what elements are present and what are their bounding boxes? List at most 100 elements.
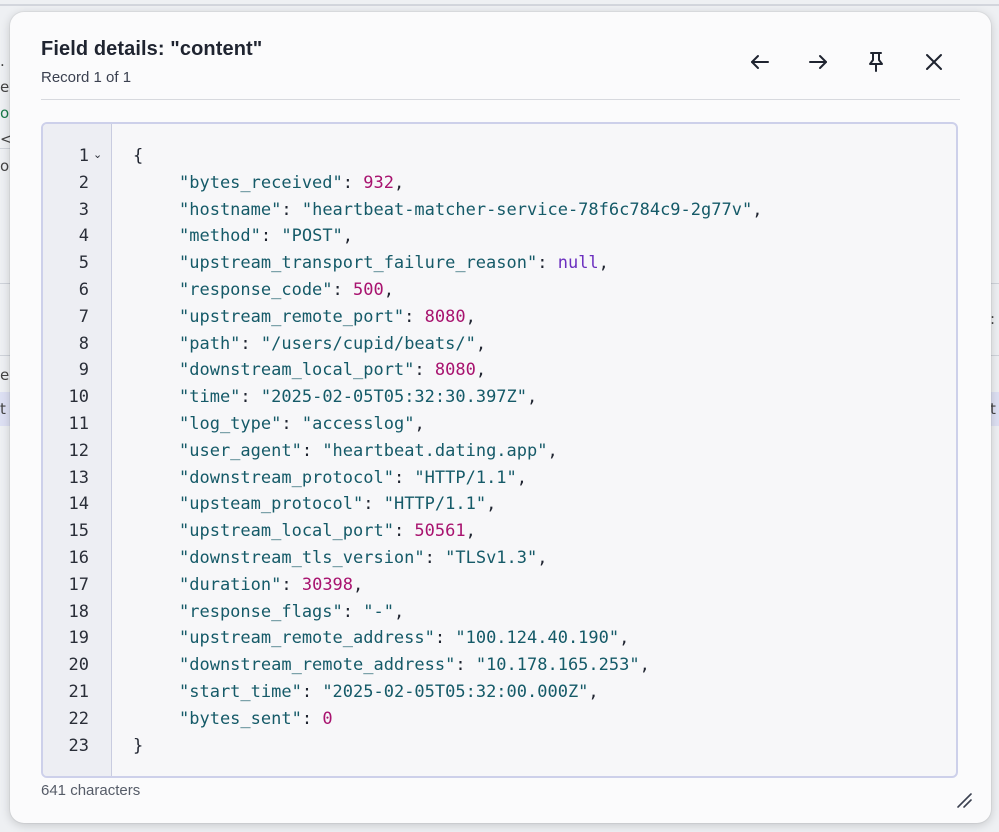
- line-number: 9: [78, 360, 89, 381]
- code-token: 8080: [424, 306, 466, 327]
- code-token: "response_flags": [179, 601, 343, 622]
- line-number: 2: [78, 172, 89, 193]
- code-line: "response_flags": "-",: [179, 602, 404, 622]
- line-number: 22: [68, 708, 89, 729]
- code-token: :: [342, 601, 364, 622]
- background-text-fragment: t: [0, 400, 6, 418]
- code-token: {: [133, 146, 144, 166]
- background-text-fragment: e: [0, 78, 10, 96]
- background-text-fragment: o: [0, 157, 10, 175]
- code-token: "duration": [179, 574, 282, 595]
- line-number: 4: [78, 226, 89, 247]
- line-number: 6: [78, 280, 89, 300]
- json-code-editor[interactable]: ⌄ 1 2 3 4 5 6 7 8 9 10 11 12 13 14 15 16 17 18 19 20 21 22 23 …: [41, 122, 958, 778]
- code-token: "heartbeat-matcher-service-78f6c784c9-2g…: [301, 199, 753, 220]
- code-token: :: [363, 494, 384, 515]
- code-token: "2025-02-05T05:32:00.000Z": [322, 682, 589, 702]
- code-token: "upstream_remote_address": [179, 628, 435, 649]
- code-token: "response_code": [179, 280, 333, 300]
- code-token: "10.178.165.253": [475, 655, 640, 676]
- code-line: "method": "POST",: [179, 226, 353, 246]
- code-token: "TLSv1.3": [445, 548, 538, 568]
- next-record-button[interactable]: [789, 48, 847, 76]
- code-token: :: [414, 360, 435, 381]
- background-text-fragment: .: [0, 52, 5, 70]
- code-token: "method": [179, 226, 261, 247]
- code-token: "100.124.40.190": [455, 628, 620, 649]
- line-number: 8: [78, 333, 89, 354]
- background-row-divider: [0, 148, 10, 149]
- background-divider: [0, 4, 999, 6]
- dialog-title: Field details: "content": [41, 38, 263, 60]
- code-token: ,: [516, 467, 528, 488]
- resize-handle-icon[interactable]: [955, 791, 973, 809]
- line-number: 17: [68, 574, 89, 595]
- code-token: ,: [619, 628, 630, 649]
- code-token: :: [301, 440, 323, 461]
- code-line: "path": "/users/cupid/beats/",: [179, 334, 486, 354]
- line-number: 1: [78, 146, 89, 166]
- code-token: 50561: [414, 521, 466, 542]
- code-line: "downstream_local_port": 8080,: [179, 360, 486, 380]
- line-number: 10: [68, 387, 89, 408]
- code-token: ,: [465, 306, 476, 327]
- code-line: "upstream_transport_failure_reason": nul…: [179, 253, 609, 273]
- pin-icon: [869, 52, 883, 72]
- code-token: :: [260, 226, 282, 247]
- character-count: 641 characters: [41, 782, 141, 799]
- code-token: :: [240, 387, 261, 408]
- close-button[interactable]: [905, 48, 963, 76]
- line-number: 16: [68, 548, 89, 568]
- header-divider: [41, 99, 960, 100]
- line-number: 18: [68, 601, 89, 622]
- line-number: 3: [78, 199, 89, 220]
- code-token: ,: [475, 333, 487, 354]
- code-token: ,: [353, 574, 364, 595]
- code-token: "user_agent": [179, 440, 302, 461]
- code-line: "duration": 30398,: [179, 575, 363, 595]
- code-token: "HTTP/1.1": [383, 494, 487, 515]
- code-token: "downstream_tls_version": [179, 548, 425, 568]
- code-token: "upstream_local_port": [179, 521, 394, 542]
- code-token: ,: [598, 253, 609, 274]
- line-number: 13: [68, 467, 89, 488]
- code-token: "downstream_remote_address": [179, 655, 456, 676]
- dialog-actions: [731, 48, 963, 76]
- code-token: "-": [363, 601, 394, 622]
- code-token: :: [332, 280, 354, 300]
- code-token: ,: [588, 682, 599, 702]
- background-text-fragment: o: [0, 104, 10, 122]
- line-number: 14: [68, 494, 89, 515]
- code-token: null: [557, 253, 599, 274]
- code-line: "downstream_remote_address": "10.178.165…: [179, 655, 650, 675]
- line-number: 5: [78, 253, 89, 274]
- line-number: 11: [68, 414, 89, 434]
- fold-chevron-icon[interactable]: ⌄: [93, 148, 102, 161]
- code-token: ,: [547, 440, 558, 461]
- code-token: "downstream_protocol": [179, 467, 394, 488]
- code-token: "bytes_received": [179, 172, 343, 193]
- code-token: :: [455, 655, 476, 676]
- code-token: "log_type": [179, 414, 282, 434]
- code-token: "downstream_local_port": [179, 360, 415, 381]
- previous-record-button[interactable]: [731, 48, 789, 76]
- code-token: :: [240, 333, 261, 354]
- code-token: :: [342, 172, 364, 193]
- code-content[interactable]: {"bytes_received": 932, "hostname": "hear…: [133, 124, 956, 776]
- code-token: ,: [537, 548, 548, 568]
- code-line: "downstream_tls_version": "TLSv1.3",: [179, 548, 548, 568]
- code-token: ,: [475, 360, 487, 381]
- code-token: ,: [639, 655, 650, 676]
- code-token: 500: [353, 280, 384, 300]
- code-token: }: [133, 735, 144, 756]
- code-token: "heartbeat.dating.app": [322, 440, 548, 461]
- code-line: "time": "2025-02-05T05:32:30.397Z",: [179, 387, 537, 407]
- code-token: :: [301, 708, 323, 729]
- code-token: ,: [383, 280, 394, 300]
- code-token: :: [281, 199, 302, 220]
- line-number: 19: [68, 628, 89, 649]
- pin-button[interactable]: [847, 48, 905, 76]
- code-token: :: [281, 414, 302, 434]
- code-line: "user_agent": "heartbeat.dating.app",: [179, 441, 558, 461]
- code-token: "POST": [281, 226, 343, 247]
